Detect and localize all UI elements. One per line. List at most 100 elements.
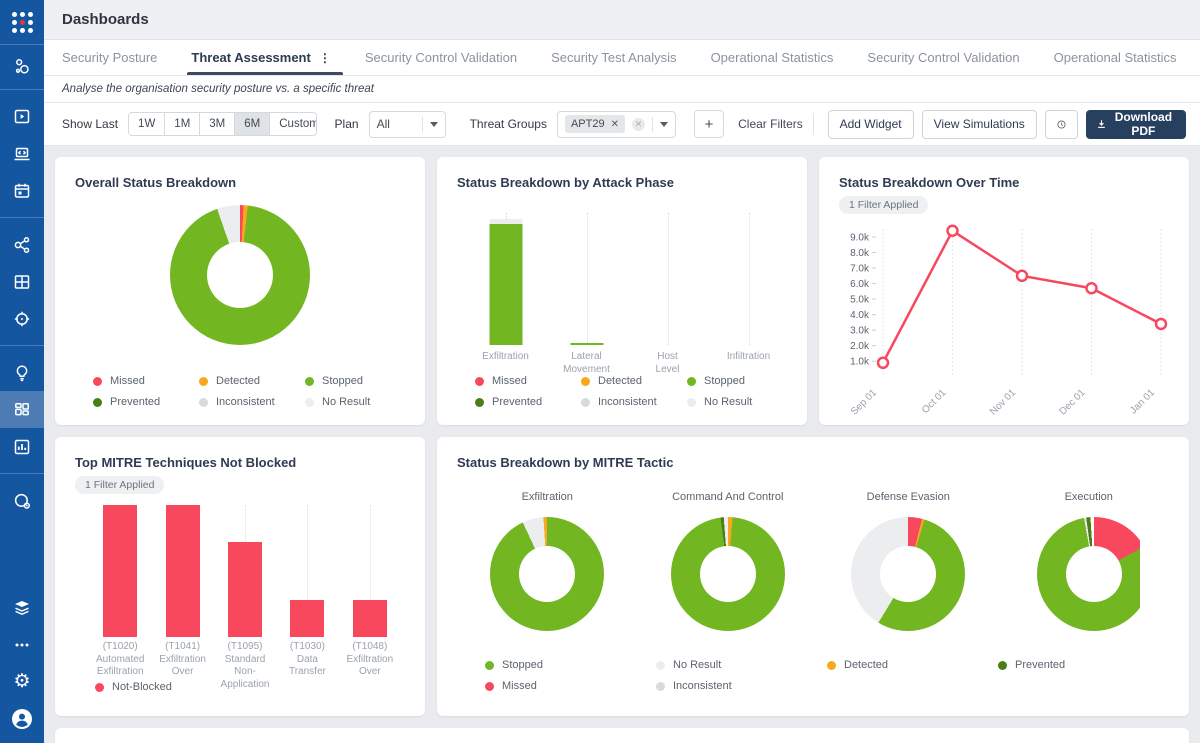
legend-label: Detected xyxy=(216,375,260,387)
legend-item: No Result xyxy=(656,659,827,671)
legend-label: Prevented xyxy=(1015,659,1065,671)
bar-category-label: (T1030)DataTransfer xyxy=(276,641,338,691)
data-point-marker[interactable] xyxy=(1087,283,1097,293)
tab-threat-assessment[interactable]: Threat Assessment⋮ xyxy=(191,40,330,75)
sidebar-item-insights[interactable] xyxy=(0,354,44,391)
tab-label: Operational Statistics xyxy=(711,50,834,65)
plan-select[interactable]: All xyxy=(369,111,446,138)
stacked-bar[interactable] xyxy=(570,343,603,345)
tab-security-test-analysis[interactable]: Security Test Analysis xyxy=(551,40,676,75)
threat-groups-select[interactable]: APT29 ✕ ✕ xyxy=(557,111,676,138)
legend-dot xyxy=(485,661,494,670)
data-point-marker[interactable] xyxy=(1156,319,1166,329)
sidebar-divider xyxy=(0,345,44,346)
clear-selection-icon[interactable]: ✕ xyxy=(632,118,645,131)
sidebar-divider xyxy=(0,89,44,90)
ellipsis-icon xyxy=(12,635,32,655)
bar-column xyxy=(465,213,546,345)
legend-column: No ResultInconsistent xyxy=(656,659,827,692)
widget-partial-next-row[interactable] xyxy=(55,728,1189,743)
sidebar-item-detections[interactable] xyxy=(0,300,44,337)
legend-item: Detected xyxy=(827,659,998,671)
tab-security-control-validation[interactable]: Security Control Validation xyxy=(867,40,1019,75)
sidebar-item-attack-lab[interactable] xyxy=(0,135,44,172)
chart-legend: Not-Blocked xyxy=(95,681,172,693)
threat-group-chip[interactable]: APT29 ✕ xyxy=(565,115,625,133)
range-6m[interactable]: 6M xyxy=(235,113,270,135)
bar[interactable] xyxy=(290,600,324,637)
bar-category-label: Exfiltration xyxy=(465,351,546,376)
widget-status-over-time[interactable]: Status Breakdown Over Time 1 Filter Appl… xyxy=(819,157,1189,425)
add-widget-button[interactable]: Add Widget xyxy=(828,110,914,139)
grid-guide-line xyxy=(587,213,588,345)
sidebar-item-dashboards[interactable] xyxy=(0,391,44,428)
legend-label: Inconsistent xyxy=(216,396,275,408)
add-filter-button[interactable]: + xyxy=(694,110,724,138)
kebab-menu-icon[interactable]: ⋮ xyxy=(319,51,331,65)
chip-remove-icon[interactable]: ✕ xyxy=(611,119,619,130)
legend-dot xyxy=(998,661,1007,670)
tab-label: Security Control Validation xyxy=(867,50,1019,65)
history-button[interactable] xyxy=(1045,110,1078,139)
widget-title: Status Breakdown Over Time xyxy=(819,157,1189,190)
legend-label: Stopped xyxy=(322,375,363,387)
tab-label: Operational Statistics xyxy=(1054,50,1177,65)
download-pdf-button[interactable]: Download PDF xyxy=(1086,110,1186,139)
legend-dot xyxy=(687,377,696,386)
sidebar-item-assessments[interactable] xyxy=(0,98,44,135)
legend-label: Detected xyxy=(598,375,642,387)
range-1m[interactable]: 1M xyxy=(165,113,200,135)
legend-dot xyxy=(475,398,484,407)
sidebar-item-settings[interactable]: ⚙ xyxy=(0,663,44,700)
user-avatar-icon xyxy=(11,708,33,730)
sidebar-item-more[interactable] xyxy=(0,626,44,663)
bar[interactable] xyxy=(103,505,137,637)
clear-filters-link[interactable]: Clear Filters xyxy=(738,117,803,131)
widget-status-by-attack-phase[interactable]: Status Breakdown by Attack Phase Exfiltr… xyxy=(437,157,807,425)
crosshair-icon xyxy=(12,309,32,329)
widget-status-by-mitre-tactic[interactable]: Status Breakdown by MITRE Tactic Exfiltr… xyxy=(437,437,1189,716)
donut-clip xyxy=(490,517,604,631)
stacked-bar[interactable] xyxy=(489,219,522,345)
bar[interactable] xyxy=(228,542,262,637)
view-simulations-button[interactable]: View Simulations xyxy=(922,110,1037,139)
widget-overall-status-breakdown[interactable]: Overall Status Breakdown MissedDetectedS… xyxy=(55,157,425,425)
legend-item: No Result xyxy=(305,396,411,408)
sidebar-item-scenarios[interactable] xyxy=(0,45,44,89)
tab-operational-statistics[interactable]: Operational Statistics xyxy=(711,40,834,75)
range-1w[interactable]: 1W xyxy=(129,113,165,135)
bar-category-label: Infiltration xyxy=(708,351,789,376)
sidebar-item-environments[interactable] xyxy=(0,589,44,626)
bar[interactable] xyxy=(166,505,200,637)
sidebar-item-reports[interactable] xyxy=(0,428,44,465)
range-3m[interactable]: 3M xyxy=(200,113,235,135)
legend-item: Prevented xyxy=(93,396,199,408)
layers-icon xyxy=(12,598,32,618)
legend-label: Missed xyxy=(110,375,145,387)
bar[interactable] xyxy=(353,600,387,637)
sidebar-item-threat-intel[interactable] xyxy=(0,482,44,519)
sidebar-item-integrations[interactable] xyxy=(0,226,44,263)
share-network-icon xyxy=(12,235,32,255)
data-point-marker[interactable] xyxy=(878,358,888,368)
widget-title: Status Breakdown by Attack Phase xyxy=(437,157,807,190)
sidebar-item-account[interactable] xyxy=(0,700,44,737)
tab-operational-statistics[interactable]: Operational Statistics xyxy=(1054,40,1177,75)
range-custom[interactable]: Custom xyxy=(270,113,316,135)
data-point-marker[interactable] xyxy=(1017,271,1027,281)
select-divider xyxy=(652,117,653,132)
sidebar-item-scheduler[interactable] xyxy=(0,172,44,209)
show-last-label: Show Last xyxy=(62,117,118,131)
bar-segment-stopped xyxy=(570,343,603,345)
legend-label: Missed xyxy=(492,375,527,387)
tab-security-control-validation[interactable]: Security Control Validation xyxy=(365,40,517,75)
dashboard-tabbar: Security Posture Threat Assessment⋮ Securi… xyxy=(44,40,1200,76)
tab-security-posture[interactable]: Security Posture xyxy=(62,40,157,75)
legend-item: Missed xyxy=(475,375,581,387)
filter-applied-badge: 1 Filter Applied xyxy=(839,196,928,214)
sidebar-item-results[interactable] xyxy=(0,263,44,300)
app-logo[interactable] xyxy=(0,0,44,44)
bar-category-label: LateralMovement xyxy=(546,351,627,376)
widget-top-mitre-techniques[interactable]: Top MITRE Techniques Not Blocked 1 Filte… xyxy=(55,437,425,716)
data-point-marker[interactable] xyxy=(948,226,958,236)
